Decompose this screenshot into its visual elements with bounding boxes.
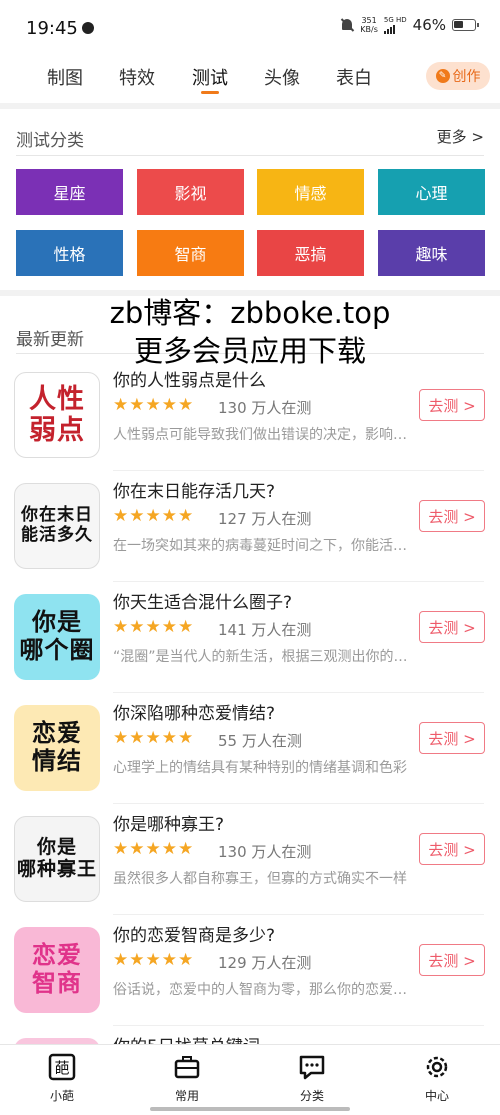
rating-stars: ★★★★★: [113, 506, 195, 526]
list-item[interactable]: 你是 哪个圈 你天生适合混什么圈子? ★★★★★ 141 万人在测 “混圈”是当代…: [0, 582, 500, 693]
category-button-egao[interactable]: 恶搞: [257, 230, 364, 276]
thumbnail-text: 人性 弱点: [29, 383, 85, 446]
list-item[interactable]: 人性 弱点 你的人性弱点是什么 ★★★★★ 130 万人在测 人性弱点可能导致我们…: [0, 360, 500, 471]
rating-stars: ★★★★★: [113, 839, 195, 859]
timer-icon: [82, 22, 94, 34]
test-title: 你的人性弱点是什么: [113, 371, 266, 391]
thumbnail-text: 你是 哪个圈: [19, 608, 95, 664]
nav-label: 小葩: [49, 1089, 74, 1103]
test-thumbnail: 你是 哪种寡王: [14, 816, 100, 902]
test-thumbnail: 恋爱 情结: [14, 705, 100, 791]
create-button[interactable]: ✎ 创作: [426, 62, 490, 90]
rating-stars: ★★★★★: [113, 395, 195, 415]
rating-stars: ★★★★★: [113, 728, 195, 748]
thumbnail-text: 恋爱 智商: [32, 941, 82, 997]
list-item[interactable]: 你在末日 能活多久 你在末日能存活几天? ★★★★★ 127 万人在测 在一场突如…: [0, 471, 500, 582]
take-test-button[interactable]: 去测 >: [419, 500, 485, 532]
nav-item-category[interactable]: 分类: [272, 1053, 352, 1104]
participant-count: 129 万人在测: [218, 954, 312, 972]
rating-stars: ★★★★★: [113, 617, 195, 637]
nav-item-center[interactable]: 中心: [397, 1053, 477, 1104]
battery-percent: 46%: [412, 16, 446, 34]
list-item[interactable]: 你是 哪种寡王 你是哪种寡王? ★★★★★ 130 万人在测 虽然很多人都自称寡王…: [0, 804, 500, 915]
test-description: “混圈”是当代人的新生活，根据三观测出你的圈子: [113, 649, 413, 665]
watermark-line-1: zb博客：zbboke.top: [109, 296, 391, 330]
network-speed-value: 351: [361, 16, 377, 25]
category-button-yingshi[interactable]: 影视: [137, 169, 244, 215]
app-logo-icon: 葩: [48, 1053, 76, 1081]
test-title: 你的恋爱智商是多少?: [113, 926, 276, 946]
participant-count: 130 万人在测: [218, 843, 312, 861]
rating-stars: ★★★★★: [113, 950, 195, 970]
tab-texiao[interactable]: 特效: [119, 64, 155, 90]
section-line: [16, 155, 484, 156]
take-test-button[interactable]: 去测 >: [419, 389, 485, 421]
test-thumbnail: 恋爱 智商: [14, 927, 100, 1013]
thumbnail-text: 恋爱 情结: [32, 719, 82, 775]
participant-count: 130 万人在测: [218, 399, 312, 417]
gear-icon: [423, 1053, 451, 1081]
mute-icon: [340, 18, 354, 32]
network-type: 5G HD: [383, 16, 407, 24]
status-time: 19:45: [26, 18, 78, 39]
test-title: 你是哪种寡王?: [113, 815, 225, 835]
status-indicators: 351 KB/s 5G HD 46%: [340, 16, 479, 34]
test-title: 你在末日能存活几天?: [113, 482, 276, 502]
test-description: 人性弱点可能导致我们做出错误的决定，影响我们的生活: [113, 427, 413, 443]
create-label: 创作: [452, 69, 481, 85]
signal-icon: [383, 24, 407, 34]
category-button-xinli[interactable]: 心理: [378, 169, 485, 215]
test-thumbnail: 人性 弱点: [14, 372, 100, 458]
home-indicator[interactable]: [150, 1107, 350, 1111]
nav-item-home[interactable]: 葩 小葩: [22, 1053, 102, 1104]
app-screen: 19:45 351 KB/s 5G HD 46% 制图 特效 测试 头像 表白: [0, 0, 500, 1115]
participant-count: 141 万人在测: [218, 621, 312, 639]
network-speed-unit: KB/s: [360, 25, 378, 34]
participant-count: 127 万人在测: [218, 510, 312, 528]
nav-label: 中心: [424, 1089, 449, 1103]
category-button-qinggan[interactable]: 情感: [257, 169, 364, 215]
test-description: 俗话说，恋爱中的人智商为零，那么你的恋爱智商呢: [113, 982, 413, 998]
status-bar: 19:45 351 KB/s 5G HD 46%: [0, 0, 500, 56]
tab-ceshi[interactable]: 测试: [192, 64, 228, 90]
thumbnail-text: 你在末日 能活多久: [21, 505, 93, 545]
category-button-quwei[interactable]: 趣味: [378, 230, 485, 276]
category-button-xingzuo[interactable]: 星座: [16, 169, 123, 215]
take-test-button[interactable]: 去测 >: [419, 722, 485, 754]
list-item[interactable]: 恋爱 情结 你深陷哪种恋爱情结? ★★★★★ 55 万人在测 心理学上的情结具有某…: [0, 693, 500, 804]
test-thumbnail: 你是 哪个圈: [14, 594, 100, 680]
take-test-button[interactable]: 去测 >: [419, 611, 485, 643]
thumbnail-text: 你是 哪种寡王: [16, 836, 97, 880]
take-test-button[interactable]: 去测 >: [419, 833, 485, 865]
more-link[interactable]: 更多 >: [437, 126, 484, 147]
test-title: 你深陷哪种恋爱情结?: [113, 704, 276, 724]
category-button-zhishang[interactable]: 智商: [137, 230, 244, 276]
lightbulb-icon: ✎: [435, 69, 450, 83]
test-title: 你天生适合混什么圈子?: [113, 593, 293, 613]
test-thumbnail: 你在末日 能活多久: [14, 483, 100, 569]
network-speed: 351 KB/s: [360, 16, 378, 34]
toolbox-icon: [173, 1053, 201, 1081]
take-test-button[interactable]: 去测 >: [419, 944, 485, 976]
svg-text:葩: 葩: [54, 1059, 69, 1077]
active-tab-indicator: [201, 91, 219, 94]
participant-count: 55 万人在测: [218, 732, 302, 750]
test-description: 虽然很多人都自称寡王，但寡的方式确实不一样: [113, 871, 407, 887]
category-button-xingge[interactable]: 性格: [16, 230, 123, 276]
nav-label: 分类: [299, 1089, 324, 1103]
bottom-nav: 葩 小葩 常用 分类 中心: [0, 1044, 500, 1115]
category-section-title: 测试分类: [16, 131, 84, 151]
tab-touxiang[interactable]: 头像: [264, 64, 300, 90]
list-item[interactable]: 恋爱 智商 你的恋爱智商是多少? ★★★★★ 129 万人在测 俗话说，恋爱中的人…: [0, 915, 500, 1026]
test-description: 心理学上的情结具有某种特别的情绪基调和色彩: [113, 760, 407, 776]
battery-icon: [452, 19, 479, 31]
test-description: 在一场突如其来的病毒蔓延时间之下，你能活多久: [113, 538, 413, 554]
tab-biaobai[interactable]: 表白: [336, 64, 372, 90]
divider: [0, 103, 500, 109]
top-tabs: 制图 特效 测试 头像 表白: [0, 56, 500, 100]
nav-label: 常用: [174, 1089, 199, 1103]
nav-item-common[interactable]: 常用: [147, 1053, 227, 1104]
tab-zhitu[interactable]: 制图: [47, 64, 83, 90]
chat-bubble-icon: [298, 1053, 326, 1081]
